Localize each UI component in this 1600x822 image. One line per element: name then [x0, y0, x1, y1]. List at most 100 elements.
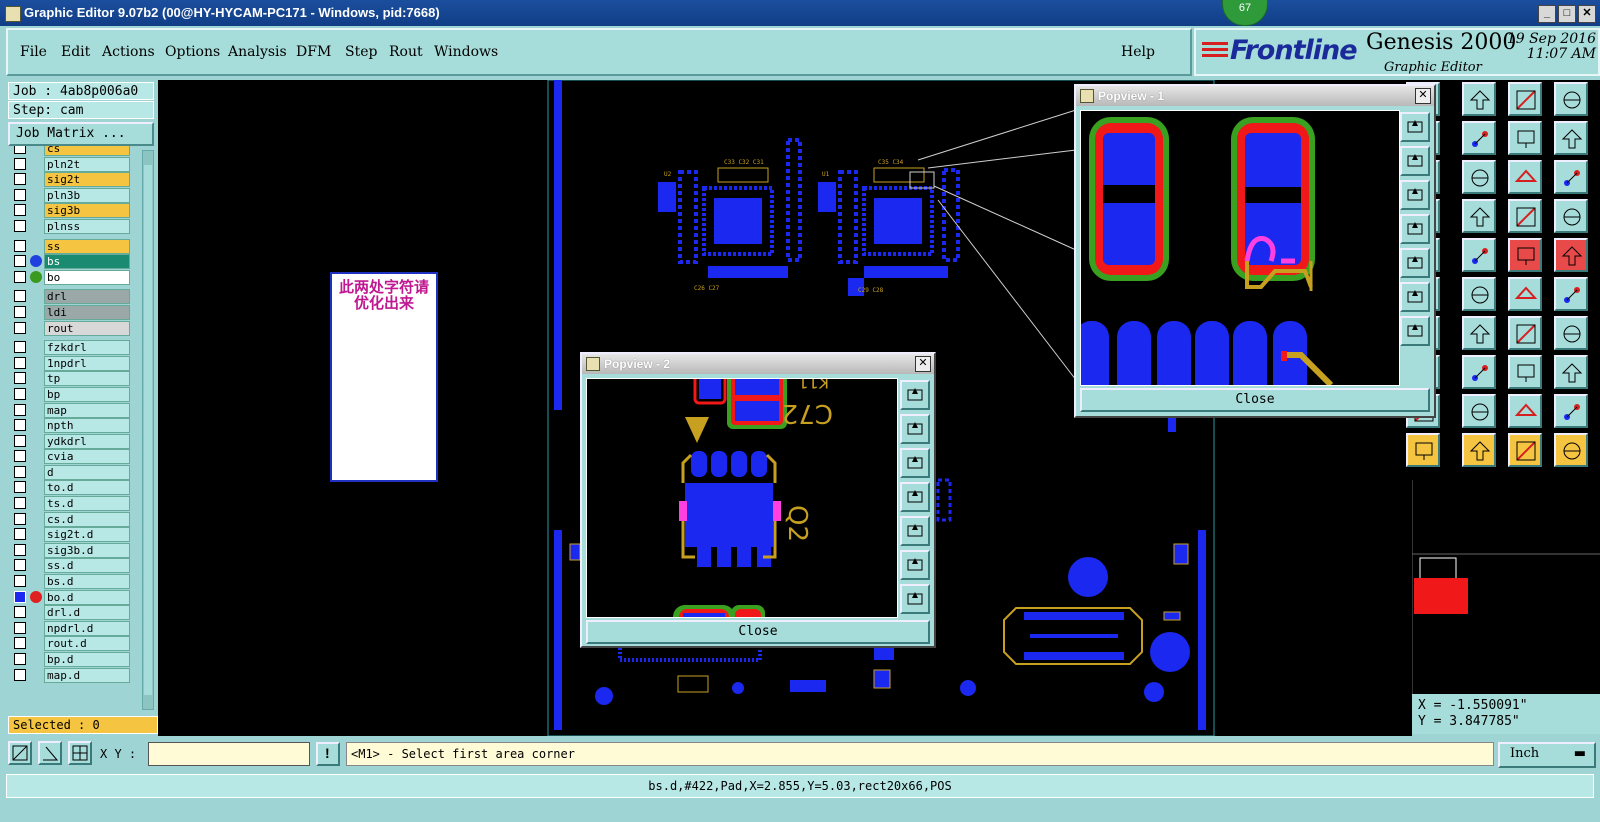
layer-row[interactable]: bo — [8, 269, 140, 285]
triangle-tool-button[interactable] — [1462, 394, 1496, 428]
layer-name[interactable]: bo — [44, 269, 130, 285]
layer-name[interactable]: plnss — [44, 218, 130, 234]
layer-name[interactable]: bp — [44, 386, 130, 402]
scale-tool-button[interactable] — [1508, 160, 1542, 194]
layer-row[interactable]: map — [8, 402, 140, 418]
shape-tool-button[interactable] — [1554, 355, 1588, 389]
grid-button[interactable] — [68, 741, 92, 765]
popview-1-viewport[interactable] — [1080, 110, 1400, 386]
layer-checkbox[interactable] — [14, 341, 26, 354]
menu-windows[interactable]: Windows — [434, 44, 498, 60]
layer-checkbox[interactable] — [14, 668, 26, 681]
maximize-button[interactable]: □ — [1558, 5, 1576, 23]
layer-name[interactable]: rout.d — [44, 636, 130, 652]
popview-1-tool-6[interactable] — [1400, 282, 1430, 312]
layer-checkbox[interactable] — [14, 356, 26, 369]
layer-checkbox[interactable] — [14, 590, 26, 603]
popview-2-close-icon[interactable]: ✕ — [915, 356, 931, 372]
layer-checkbox[interactable] — [14, 305, 26, 318]
layer-checkbox[interactable] — [14, 290, 26, 303]
layer-row[interactable]: rout.d — [8, 635, 140, 652]
layer-name[interactable]: drl.d — [44, 605, 130, 621]
popview-1-tool-2[interactable] — [1400, 146, 1430, 176]
zoom-area-button[interactable] — [8, 741, 32, 765]
layer-checkbox[interactable] — [14, 419, 26, 432]
layer-row[interactable]: plnss — [8, 218, 140, 234]
layer-name[interactable]: map — [44, 402, 130, 418]
home-tool-button[interactable] — [1508, 82, 1542, 116]
menu-dfm[interactable]: DFM — [296, 44, 331, 60]
popview-2-window[interactable]: Popview - 2 ✕ C72 K11 Q2 Close — [580, 352, 936, 648]
layer-row[interactable]: sig3b — [8, 202, 140, 219]
layer-name[interactable]: map.d — [44, 667, 130, 683]
layer-name[interactable]: tp — [44, 371, 130, 387]
filter-tool-button[interactable] — [1554, 316, 1588, 350]
layer-row[interactable]: npdrl.d — [8, 620, 140, 636]
layer-row[interactable]: bo.d — [8, 589, 140, 605]
layer-row[interactable]: cs — [8, 146, 140, 156]
layer-name[interactable]: sig3b — [44, 203, 130, 219]
minus-tool-button[interactable] — [1462, 355, 1496, 389]
layer-scrollbar[interactable] — [142, 150, 154, 710]
layer-name[interactable]: to.d — [44, 480, 130, 496]
layer-tool-button[interactable] — [1554, 199, 1588, 233]
connect-tool-button[interactable] — [1508, 277, 1542, 311]
layer-tool-button[interactable] — [1508, 199, 1542, 233]
layer-checkbox[interactable] — [14, 637, 26, 650]
layer-checkbox[interactable] — [14, 403, 26, 416]
circle-tool-button[interactable] — [1554, 238, 1588, 272]
layer-checkbox[interactable] — [14, 372, 26, 385]
layer-name[interactable]: ss — [44, 238, 130, 254]
popview-2-tool-1[interactable] — [900, 380, 930, 410]
layer-checkbox[interactable] — [14, 157, 26, 170]
layer-checkbox[interactable] — [14, 204, 26, 217]
layer-row[interactable]: ss.d — [8, 557, 140, 574]
layer-name[interactable]: bs — [44, 254, 130, 270]
layer-name[interactable]: npdrl.d — [44, 620, 130, 636]
help-tool-button[interactable] — [1554, 160, 1588, 194]
triangle-tool-button[interactable] — [1508, 394, 1542, 428]
layer-checkbox[interactable] — [14, 543, 26, 556]
undo-tool-button[interactable] — [1508, 316, 1542, 350]
menu-help[interactable]: Help — [1121, 44, 1155, 60]
popview-2-titlebar[interactable]: Popview - 2 ✕ — [582, 354, 934, 374]
layer-row[interactable]: ldi — [8, 304, 140, 320]
layer-color-dot[interactable] — [30, 255, 42, 268]
pointer-tool-button[interactable] — [1462, 433, 1496, 467]
layer-checkbox[interactable] — [14, 512, 26, 525]
layer-checkbox[interactable] — [14, 559, 26, 572]
popview-1-tool-1[interactable] — [1400, 112, 1430, 142]
layer-row[interactable]: drl.d — [8, 604, 140, 621]
menu-file[interactable]: File — [20, 44, 47, 60]
layer-checkbox[interactable] — [14, 321, 26, 334]
popview-2-tool-3[interactable] — [900, 448, 930, 478]
layer-checkbox[interactable] — [14, 387, 26, 400]
angle-snap-button[interactable] — [38, 741, 62, 765]
job-matrix-button[interactable]: Job Matrix ... — [8, 122, 154, 146]
layer-name[interactable]: ss.d — [44, 558, 130, 574]
triangle-tool-button[interactable] — [1554, 394, 1588, 428]
popview-2-tool-5[interactable] — [900, 516, 930, 546]
layer-name[interactable]: ts.d — [44, 496, 130, 512]
layer-checkbox[interactable] — [14, 239, 26, 252]
layer-name[interactable]: drl — [44, 289, 130, 305]
units-selector[interactable]: Inch ▬ — [1498, 742, 1596, 768]
layer-row[interactable]: bp — [8, 386, 140, 402]
layer-name[interactable]: sig3b.d — [44, 542, 130, 558]
measure-tool-button[interactable] — [1508, 355, 1542, 389]
menu-rout[interactable]: Rout — [389, 44, 423, 60]
layer-checkbox[interactable] — [14, 653, 26, 665]
popview-2-tool-4[interactable] — [900, 482, 930, 512]
layer-name[interactable]: pln2t — [44, 156, 130, 172]
menu-options[interactable]: Options — [165, 44, 220, 60]
layer-row[interactable]: 1npdrl — [8, 355, 140, 371]
layer-row[interactable]: pln3b — [8, 187, 140, 203]
close-window-button[interactable]: ✕ — [1578, 5, 1596, 23]
compare-tool-button[interactable] — [1508, 121, 1542, 155]
connect-tool-button[interactable] — [1554, 277, 1588, 311]
layer-checkbox[interactable] — [14, 434, 26, 447]
minimize-button[interactable]: _ — [1538, 5, 1556, 23]
layer-row[interactable]: bs — [8, 253, 140, 270]
layer-checkbox[interactable] — [14, 255, 26, 268]
popview-2-close-button[interactable]: Close — [586, 620, 930, 644]
